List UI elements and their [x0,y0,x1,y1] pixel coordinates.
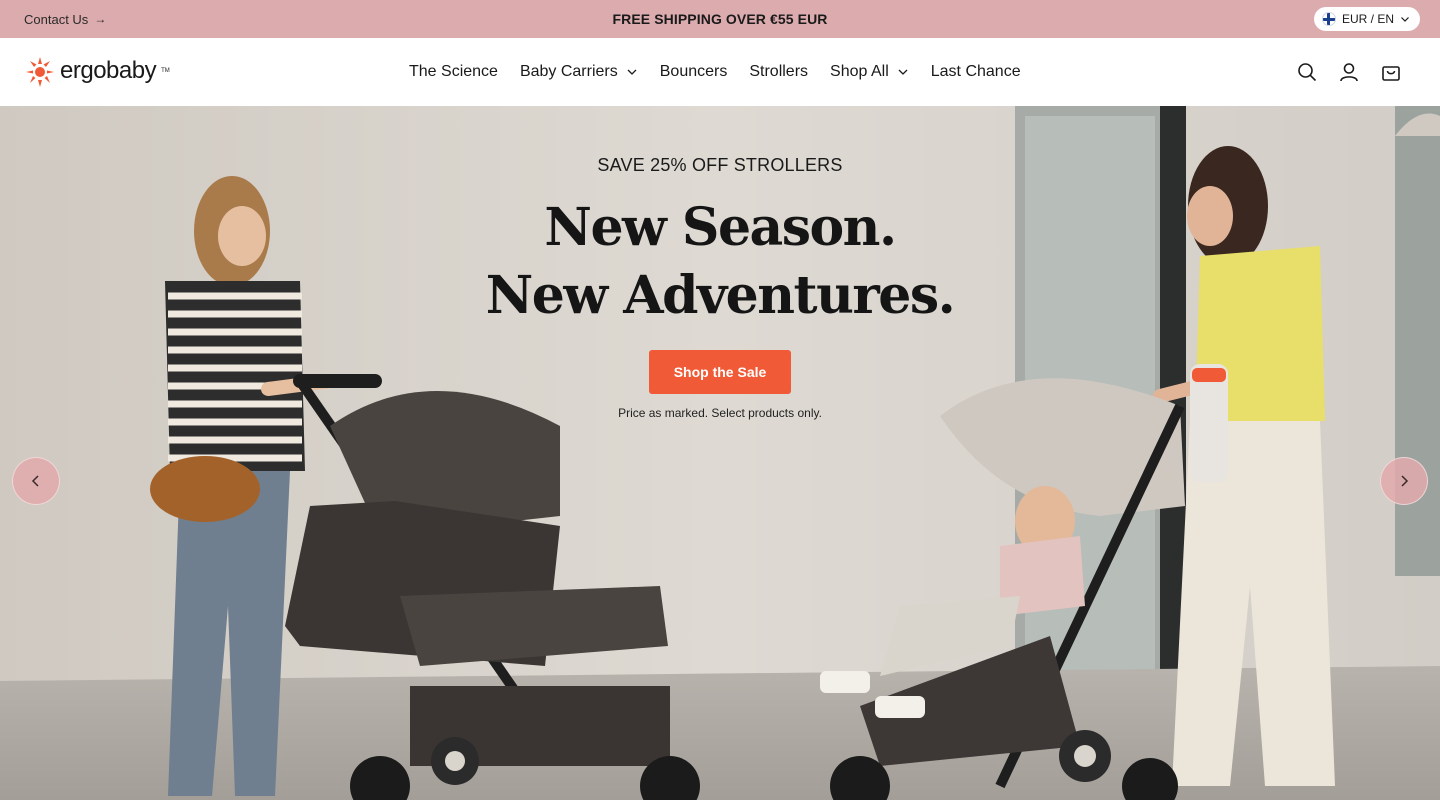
logo-wordmark: ergobaby [60,57,157,84]
chevron-down-icon [627,69,637,75]
free-shipping-message: FREE SHIPPING OVER €55 EUR [612,11,828,27]
carousel-next-button[interactable] [1380,457,1428,505]
contact-us-label: Contact Us [24,11,89,27]
nav-label: Shop All [830,63,889,80]
hero-banner: SAVE 25% OFF STROLLERS New Season. New A… [0,106,1440,800]
arrow-right-icon: → [94,12,107,26]
carousel-prev-button[interactable] [12,457,60,505]
nav-label: Strollers [749,63,809,80]
account-icon [1340,63,1358,82]
ergobaby-logo[interactable]: ergobaby TM [24,53,170,89]
currency-label: EUR / EN [1341,12,1394,26]
currency-selector[interactable]: EUR / EN [1313,7,1420,31]
hero-headline-line-1: New Season. [544,197,897,258]
cart-button[interactable] [1378,59,1404,85]
main-navigation: The Science Baby Carriers Bouncers Strol… [409,38,1021,106]
cart-icon [1382,66,1400,81]
nav-item-bouncers[interactable]: Bouncers [660,63,728,81]
nav-label: The Science [409,63,498,80]
hero-eyebrow: SAVE 25% OFF STROLLERS [597,155,843,175]
hero-headline-line-2: New Adventures. [485,265,956,326]
contact-us-link[interactable]: Contact Us → [24,0,106,38]
shop-the-sale-button[interactable]: Shop the Sale [649,350,791,394]
nav-label: Bouncers [659,63,728,80]
nav-label: Baby Carriers [519,63,618,80]
nav-item-last-chance[interactable]: Last Chance [931,63,1021,81]
logo-trademark: TM [161,68,170,74]
hero-fine-print: Price as marked. Select products only. [618,406,822,420]
finland-flag-icon [1321,12,1336,26]
hero-headline: New Season. New Adventures. [0,194,1440,330]
chevron-left-icon [31,475,39,487]
chevron-down-icon [1401,17,1409,22]
nav-item-baby-carriers[interactable]: Baby Carriers [520,63,638,81]
announcement-bar: Contact Us → FREE SHIPPING OVER €55 EUR … [0,0,1440,38]
nav-label: Last Chance [930,63,1021,80]
account-button[interactable] [1336,59,1362,85]
header-actions [1294,59,1404,85]
search-button[interactable] [1294,59,1320,85]
search-icon [1298,63,1317,82]
nav-item-strollers[interactable]: Strollers [749,63,808,81]
chevron-right-icon [1401,475,1409,487]
nav-item-the-science[interactable]: The Science [409,63,498,81]
site-header: ergobaby TM The Science Baby Carriers Bou… [0,38,1440,106]
ergobaby-shell-logo-icon [26,57,54,87]
chevron-down-icon [898,69,908,75]
nav-item-shop-all[interactable]: Shop All [830,63,909,81]
